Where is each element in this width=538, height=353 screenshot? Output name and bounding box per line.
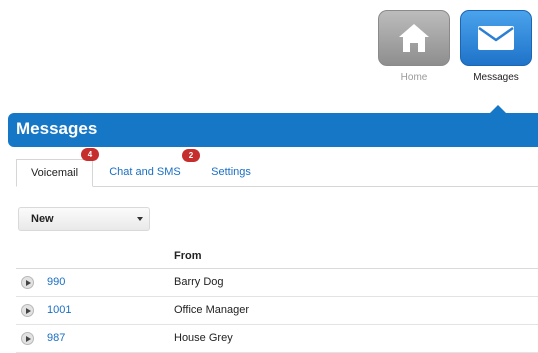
play-icon[interactable] — [21, 332, 34, 345]
voicemail-filter-select[interactable]: New — [18, 207, 150, 231]
home-tile-label: Home — [400, 72, 428, 83]
tab-settings[interactable]: Settings — [206, 159, 256, 186]
caller-number-link[interactable]: 987 — [47, 332, 65, 344]
column-header-from: From — [174, 250, 202, 262]
page-title: Messages — [16, 119, 98, 138]
table-row: 990 Barry Dog — [16, 269, 538, 297]
caller-name: Barry Dog — [174, 276, 224, 288]
tab-chat-and-sms[interactable]: Chat and SMS — [102, 159, 188, 186]
home-tile-box[interactable] — [378, 10, 450, 66]
voicemail-count-badge: 4 — [81, 148, 99, 161]
envelope-icon — [478, 26, 514, 50]
table-row: 987 House Grey — [16, 325, 538, 353]
caller-name: Office Manager — [174, 304, 250, 316]
filter-selected-value: New — [31, 213, 54, 225]
app-launcher: Home Messages — [378, 10, 532, 83]
caller-number-link[interactable]: 1001 — [47, 304, 71, 316]
table-row: 1001 Office Manager — [16, 297, 538, 325]
header-band: Messages — [8, 113, 538, 147]
caller-name: House Grey — [174, 332, 233, 344]
messages-tile[interactable]: Messages — [460, 10, 532, 83]
chevron-down-icon — [137, 217, 143, 221]
voicemail-table: From 990 Barry Dog 1001 Office Manager 9… — [16, 244, 538, 353]
tab-bar: Voicemail Chat and SMS Settings — [16, 159, 538, 187]
table-header: From — [16, 244, 538, 269]
play-icon[interactable] — [21, 304, 34, 317]
chat-count-badge: 2 — [182, 149, 200, 162]
messages-tile-label: Messages — [473, 72, 519, 83]
play-icon[interactable] — [21, 276, 34, 289]
home-tile[interactable]: Home — [378, 10, 450, 83]
header-notch — [490, 105, 506, 113]
home-icon — [399, 24, 429, 52]
messages-tile-box[interactable] — [460, 10, 532, 66]
caller-number-link[interactable]: 990 — [47, 276, 65, 288]
tab-voicemail[interactable]: Voicemail — [16, 159, 93, 187]
